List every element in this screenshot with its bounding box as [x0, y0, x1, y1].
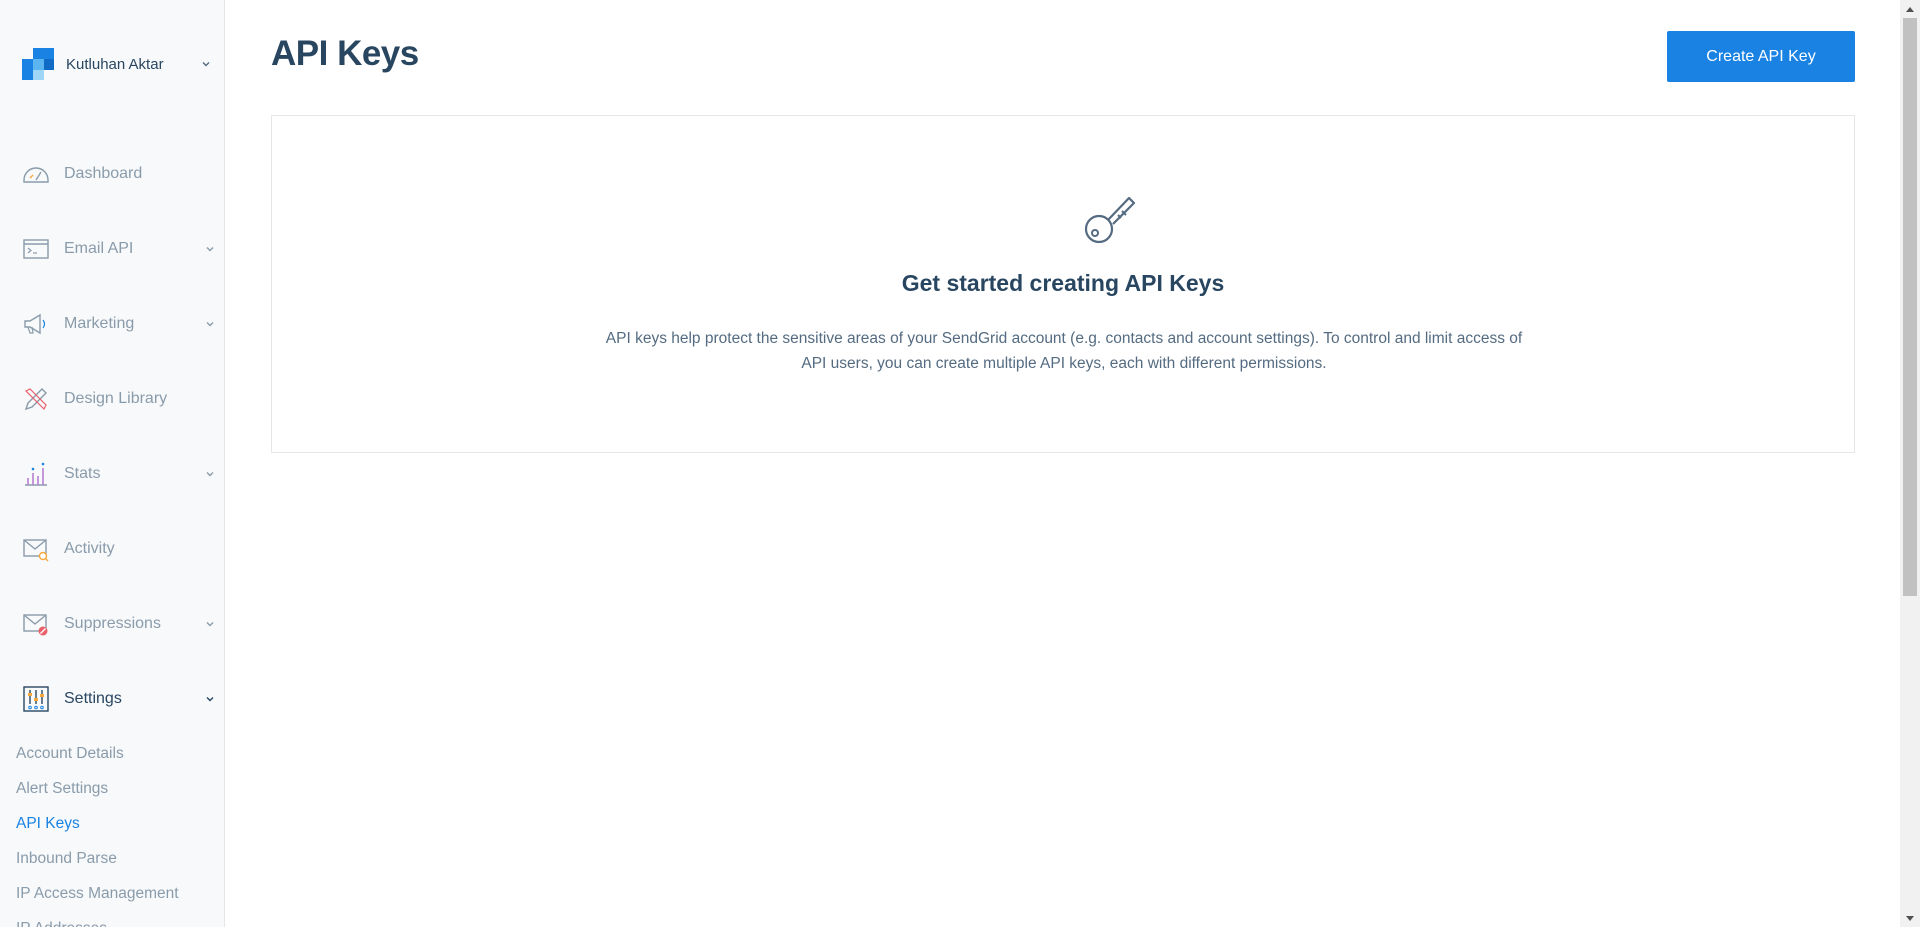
- create-api-key-button[interactable]: Create API Key: [1667, 31, 1855, 82]
- key-icon: [1084, 196, 1136, 244]
- sidebar-item-design-library[interactable]: Design Library: [22, 381, 216, 417]
- settings-subitem-ip-access-management[interactable]: IP Access Management: [16, 884, 179, 904]
- sidebar-item-label: Suppressions: [64, 615, 161, 632]
- page-scrollbar[interactable]: [1900, 0, 1920, 927]
- sidebar-item-label: Dashboard: [64, 165, 143, 182]
- sidebar-item-email-api[interactable]: Email API: [22, 231, 216, 267]
- scrollbar-thumb[interactable]: [1903, 18, 1917, 596]
- sidebar: Kutluhan Aktar Dashboard Email API Marke…: [0, 0, 225, 927]
- activity-envelope-icon: [23, 539, 49, 562]
- account-switcher[interactable]: Kutluhan Aktar: [22, 48, 212, 80]
- chevron-down-icon: [206, 697, 214, 702]
- chevron-down-icon: [206, 472, 214, 477]
- sidebar-item-settings[interactable]: Settings: [22, 681, 216, 717]
- settings-subitem-inbound-parse[interactable]: Inbound Parse: [16, 849, 117, 869]
- email-api-icon: [23, 239, 49, 259]
- sidebar-item-label: Activity: [64, 540, 115, 557]
- settings-subitem-ip-addresses[interactable]: IP Addresses: [16, 919, 107, 927]
- sidebar-item-label: Stats: [64, 465, 101, 482]
- account-name: Kutluhan Aktar: [66, 55, 164, 73]
- settings-subitem-account-details[interactable]: Account Details: [16, 744, 124, 764]
- sendgrid-logo: [22, 48, 54, 80]
- stats-chart-icon: [25, 462, 47, 486]
- empty-state-title: Get started creating API Keys: [901, 270, 1225, 296]
- settings-sliders-icon: [23, 686, 49, 712]
- sidebar-item-stats[interactable]: Stats: [22, 456, 216, 492]
- chevron-down-icon: [206, 247, 214, 252]
- settings-subitem-alert-settings[interactable]: Alert Settings: [16, 779, 108, 799]
- page-title: API Keys: [271, 34, 419, 73]
- sidebar-item-suppressions[interactable]: Suppressions: [22, 606, 216, 642]
- dashboard-gauge-icon: [23, 167, 49, 183]
- main-content: API Keys Create API Key Get started crea…: [225, 0, 1900, 927]
- sidebar-item-activity[interactable]: Activity: [22, 531, 216, 567]
- chevron-down-icon: [206, 322, 214, 327]
- design-pencil-icon: [24, 388, 47, 411]
- empty-state-description: API keys help protect the sensitive area…: [605, 330, 1523, 372]
- sidebar-item-dashboard[interactable]: Dashboard: [22, 156, 216, 192]
- chevron-down-icon: [206, 622, 214, 627]
- empty-state-card: Get started creating API Keys API keys h…: [271, 115, 1855, 453]
- sidebar-item-marketing[interactable]: Marketing: [22, 306, 216, 342]
- sidebar-item-label: Marketing: [64, 315, 135, 332]
- settings-subitem-api-keys[interactable]: API Keys: [16, 814, 80, 834]
- scroll-down-arrow-icon[interactable]: [1900, 910, 1920, 927]
- sidebar-item-label: Settings: [64, 690, 122, 707]
- sidebar-item-label: Email API: [64, 240, 134, 257]
- scroll-up-arrow-icon[interactable]: [1900, 0, 1920, 17]
- sidebar-item-label: Design Library: [64, 390, 168, 407]
- suppressions-envelope-icon: [23, 614, 48, 636]
- chevron-down-icon[interactable]: [200, 58, 212, 70]
- megaphone-icon: [24, 313, 46, 335]
